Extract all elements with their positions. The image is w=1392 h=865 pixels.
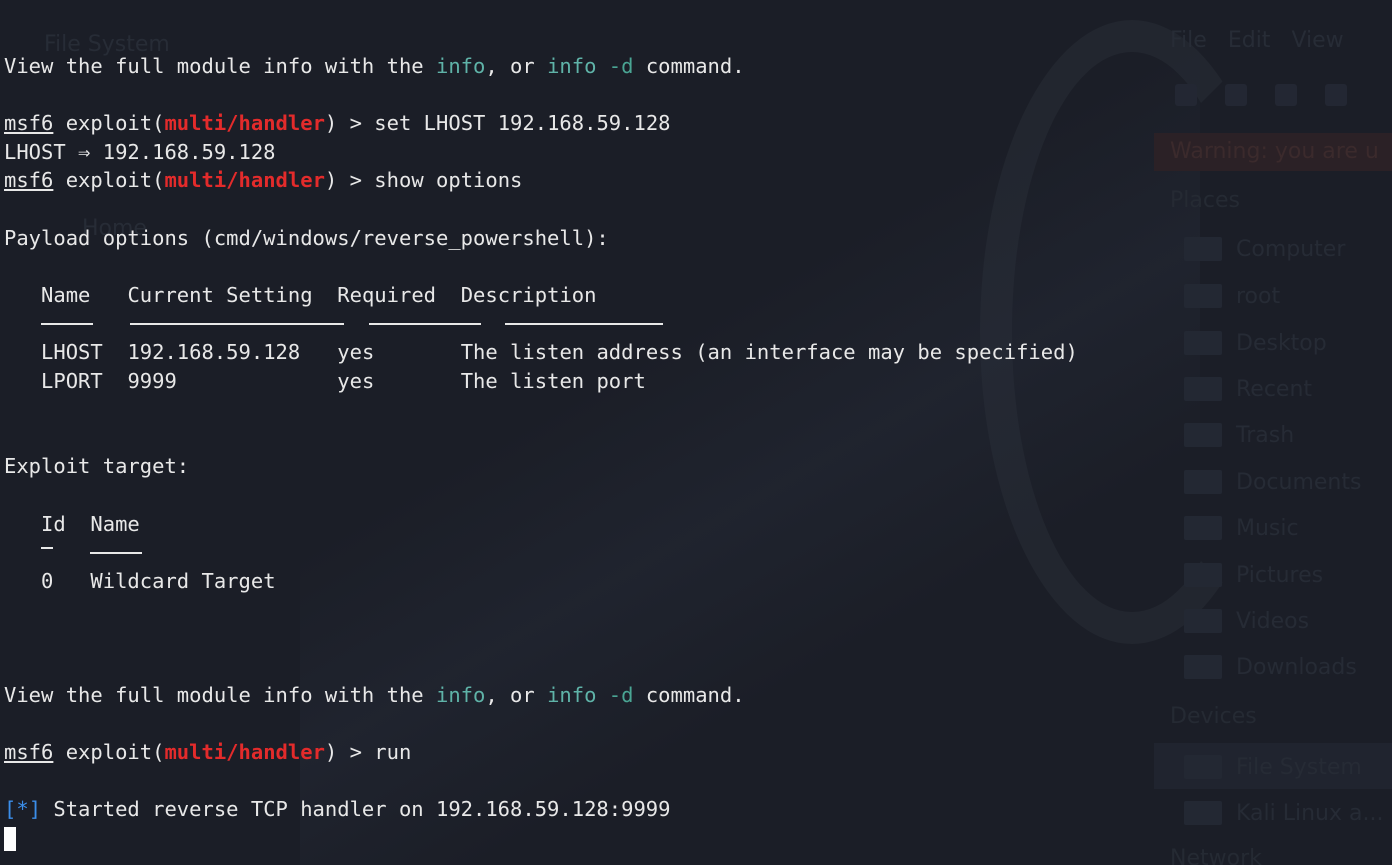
terminal-output[interactable]: View the full module info with the info,… bbox=[4, 52, 1392, 865]
prompt-run: msf6 exploit(multi/handler) > run bbox=[4, 740, 412, 765]
prompt-name: msf6 bbox=[4, 168, 54, 193]
ghost-menu-edit: Edit bbox=[1227, 28, 1271, 53]
payload-row-lhost: LHOST 192.168.59.128 yes The listen addr… bbox=[4, 338, 1392, 367]
option-required: yes bbox=[337, 339, 375, 364]
command-text: set LHOST 192.168.59.128 bbox=[374, 111, 671, 136]
prompt-name: msf6 bbox=[4, 111, 54, 136]
option-description: The listen address (an interface may be … bbox=[460, 339, 1078, 364]
prompt-name: msf6 bbox=[4, 740, 54, 765]
payload-options-heading: Payload options (cmd/windows/reverse_pow… bbox=[4, 225, 609, 250]
col-id: Id bbox=[41, 511, 66, 536]
option-required: yes bbox=[337, 368, 375, 393]
target-table-header: Id Name bbox=[4, 510, 1392, 539]
prompt-module: multi/handler bbox=[164, 111, 325, 136]
option-setting: 9999 bbox=[127, 368, 177, 393]
module-info-hint: View the full module info with the info,… bbox=[4, 683, 745, 708]
exploit-target-heading: Exploit target: bbox=[4, 454, 190, 479]
status-star-icon: * bbox=[16, 797, 29, 822]
prompt-module: multi/handler bbox=[164, 740, 325, 765]
prompt-show-options: msf6 exploit(multi/handler) > show optio… bbox=[4, 168, 523, 193]
col-description: Description bbox=[460, 282, 597, 307]
col-target-name: Name bbox=[90, 511, 140, 536]
command-text: run bbox=[374, 740, 412, 765]
module-info-hint: View the full module info with the info,… bbox=[4, 54, 745, 78]
prompt-set-lhost: msf6 exploit(multi/handler) > set LHOST … bbox=[4, 111, 671, 136]
target-id: 0 bbox=[41, 568, 54, 593]
option-name: LPORT bbox=[41, 368, 103, 393]
status-bracket-open: [ bbox=[4, 797, 17, 822]
payload-table-rule bbox=[4, 309, 1392, 338]
ghost-menu-view: View bbox=[1291, 28, 1344, 53]
payload-row-lport: LPORT 9999 yes The listen port bbox=[4, 367, 1392, 396]
target-row: 0 Wildcard Target bbox=[4, 567, 1392, 596]
target-name: Wildcard Target bbox=[90, 568, 276, 593]
status-text: Started reverse TCP handler on 192.168.5… bbox=[41, 797, 671, 822]
col-name: Name bbox=[41, 282, 91, 307]
option-setting: 192.168.59.128 bbox=[127, 339, 301, 364]
col-required: Required bbox=[337, 282, 437, 307]
command-text: show options bbox=[374, 168, 523, 193]
ghost-menu-bar: File Edit View bbox=[1170, 28, 1344, 53]
prompt-module: multi/handler bbox=[164, 168, 325, 193]
payload-table-header: Name Current Setting Required Descriptio… bbox=[4, 281, 1392, 310]
target-table-rule bbox=[4, 538, 1392, 567]
status-line: [*] Started reverse TCP handler on 192.1… bbox=[4, 795, 1392, 824]
col-current-setting: Current Setting bbox=[127, 282, 313, 307]
option-description: The listen port bbox=[460, 368, 646, 393]
option-name: LHOST bbox=[41, 339, 103, 364]
ghost-menu-file: File bbox=[1170, 28, 1207, 53]
set-result: LHOST ⇒ 192.168.59.128 bbox=[4, 139, 276, 164]
input-line[interactable] bbox=[4, 824, 1392, 853]
status-bracket-close: ] bbox=[28, 797, 42, 822]
text-cursor bbox=[4, 827, 16, 852]
